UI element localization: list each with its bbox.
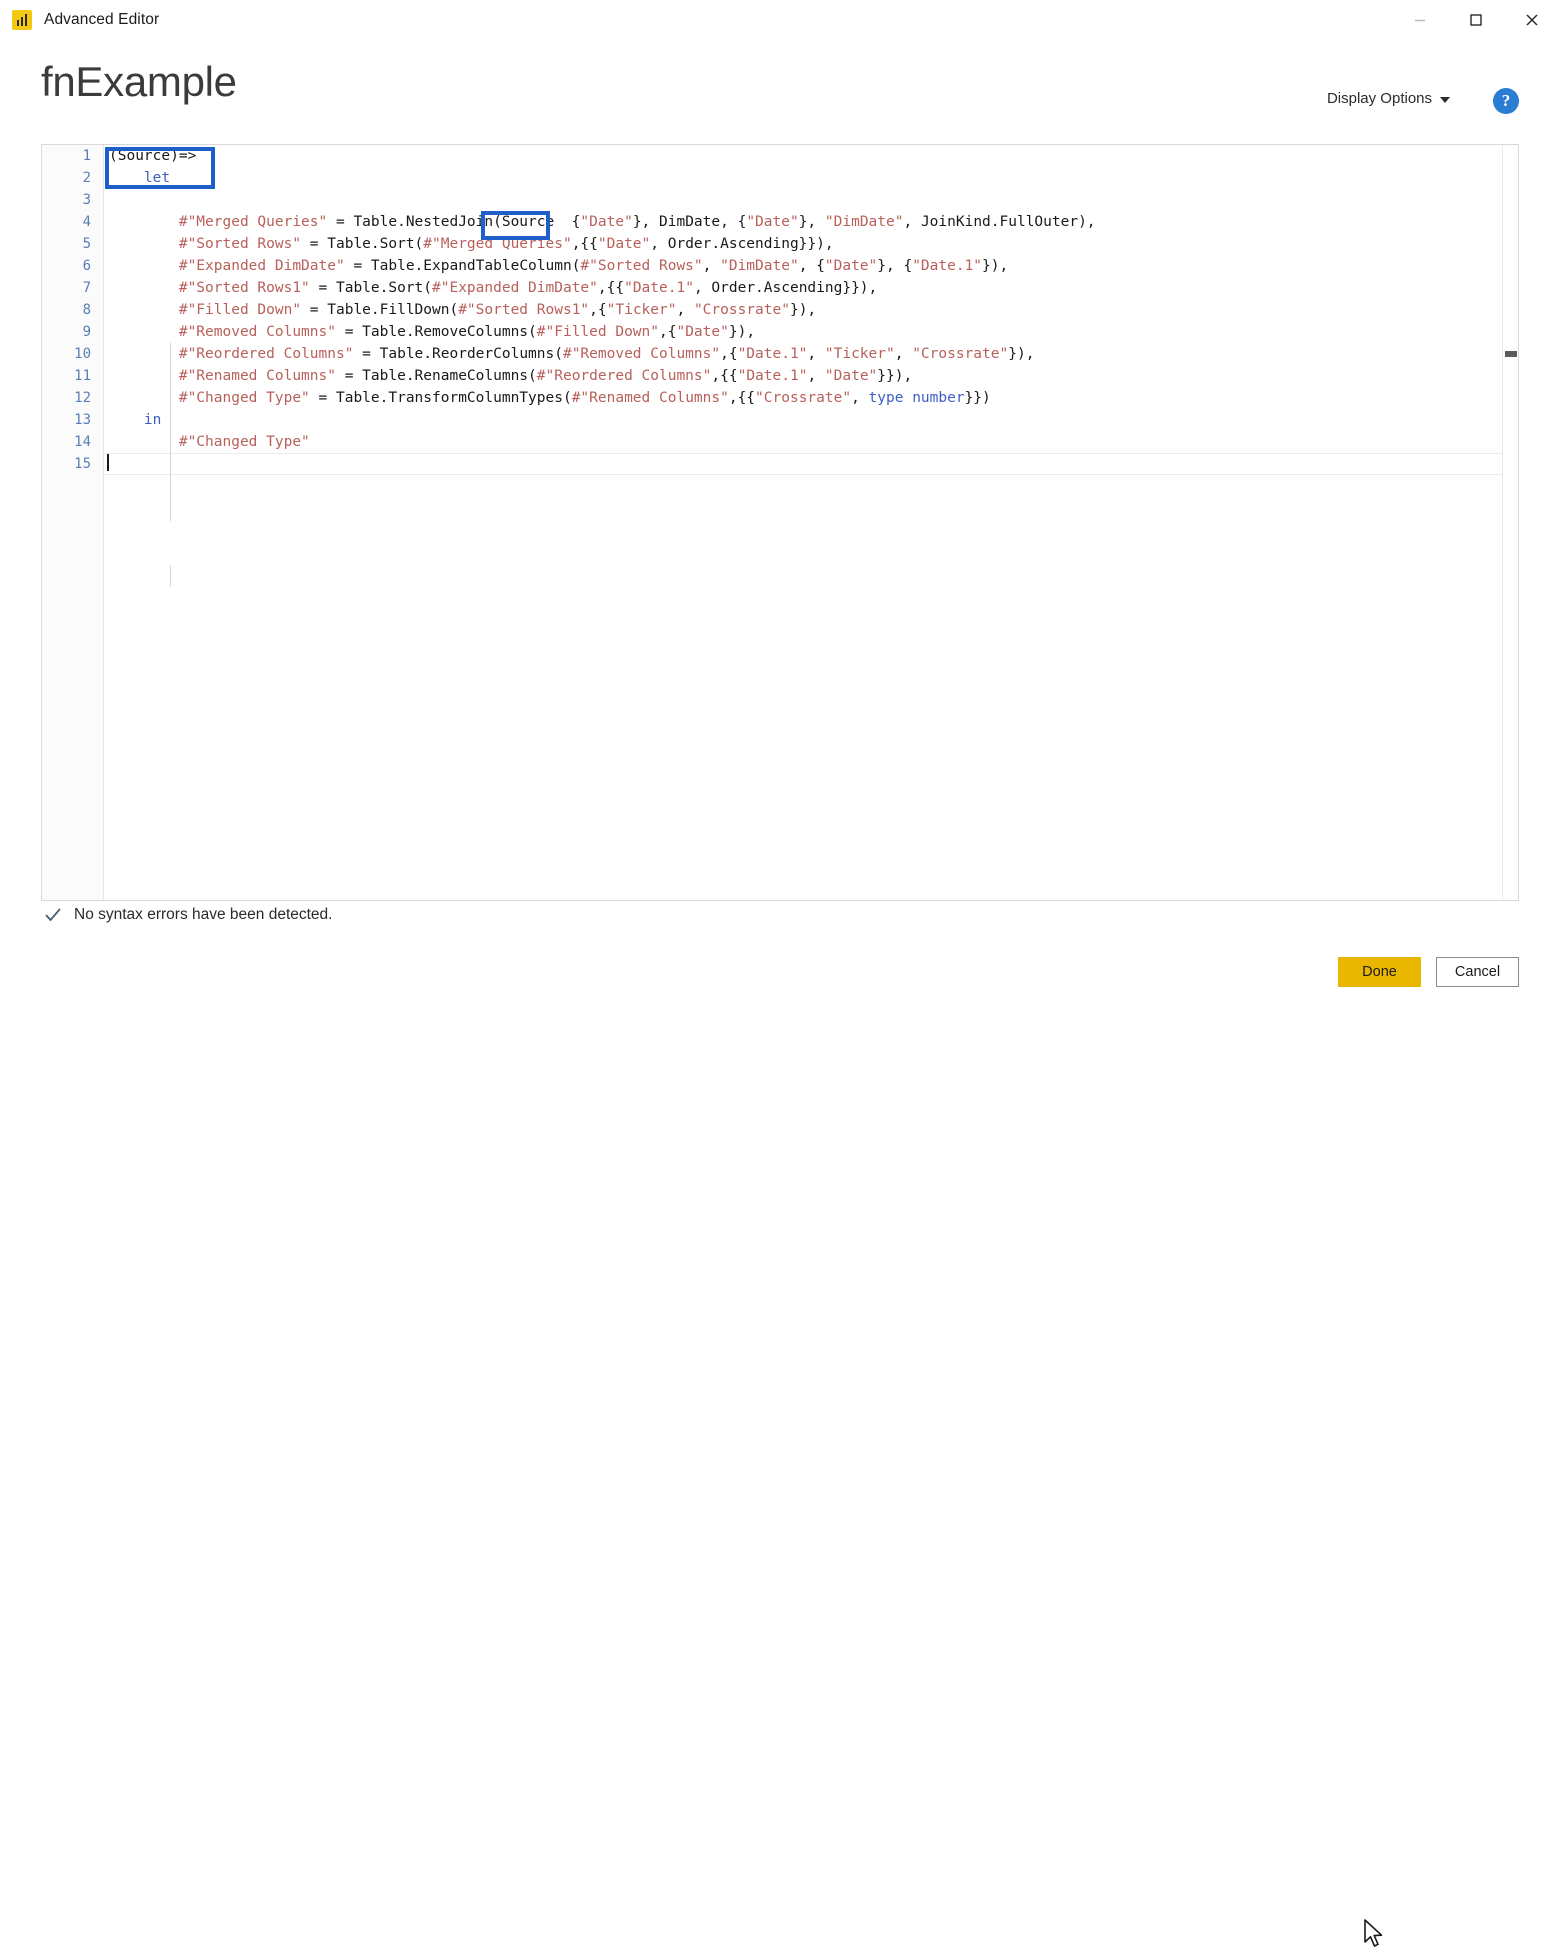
line-number: 1 <box>82 148 91 164</box>
indent-guide <box>170 343 171 521</box>
window-title-bar: Advanced Editor <box>0 0 1560 40</box>
code-line-text: in <box>109 412 162 428</box>
scrollbar-thumb[interactable] <box>1505 351 1517 357</box>
code-line[interactable]: #"Reordered Columns" = Table.ReorderColu… <box>104 343 1518 365</box>
line-number: 9 <box>82 324 91 340</box>
minimize-button[interactable] <box>1392 0 1448 40</box>
code-line-text: (Source)=> <box>109 148 197 164</box>
mouse-pointer-icon <box>1364 1919 1383 1947</box>
powerbi-icon <box>12 10 32 30</box>
code-line[interactable]: #"Expanded DimDate" = Table.ExpandTableC… <box>104 255 1518 277</box>
maximize-button[interactable] <box>1448 0 1504 40</box>
checkmark-icon <box>44 906 62 924</box>
syntax-status-message: No syntax errors have been detected. <box>74 906 333 923</box>
code-line[interactable]: #"Changed Type" = Table.TransformColumnT… <box>104 387 1518 409</box>
editor-header: fnExample Display Options ? <box>0 40 1560 140</box>
window-controls <box>1392 0 1560 40</box>
indent-guide <box>170 565 171 587</box>
line-number: 11 <box>74 368 91 384</box>
code-line[interactable]: in <box>104 409 1518 431</box>
code-line[interactable]: #"Renamed Columns" = Table.RenameColumns… <box>104 365 1518 387</box>
code-line[interactable]: #"Sorted Rows1" = Table.Sort(#"Expanded … <box>104 277 1518 299</box>
line-number: 14 <box>74 434 91 450</box>
line-number: 6 <box>82 258 91 274</box>
vertical-scrollbar[interactable] <box>1502 145 1518 900</box>
close-button[interactable] <box>1504 0 1560 40</box>
line-number: 4 <box>82 214 91 230</box>
code-line[interactable]: #"Filled Down" = Table.FillDown(#"Sorted… <box>104 299 1518 321</box>
chevron-down-icon <box>1440 97 1450 103</box>
line-number: 13 <box>74 412 91 428</box>
line-number: 3 <box>82 192 91 208</box>
line-number: 7 <box>82 280 91 296</box>
page-title: fnExample <box>41 58 237 105</box>
line-number: 10 <box>74 346 91 362</box>
code-line[interactable]: #"Sorted Rows" = Table.Sort(#"Merged Que… <box>104 233 1518 255</box>
code-line-active[interactable] <box>104 453 1518 475</box>
display-options-label: Display Options <box>1326 90 1432 107</box>
code-line[interactable]: #"Removed Columns" = Table.RemoveColumns… <box>104 321 1518 343</box>
code-line[interactable]: #"Changed Type" <box>104 431 1518 453</box>
display-options-dropdown[interactable]: Display Options <box>1327 90 1450 107</box>
code-editor[interactable]: 1 2 3 4 5 6 7 8 9 10 11 12 13 14 15 (Sou… <box>41 144 1519 901</box>
code-line-text: let <box>109 170 171 186</box>
line-number: 5 <box>82 236 91 252</box>
line-number: 15 <box>74 456 91 472</box>
line-number: 8 <box>82 302 91 318</box>
line-number-gutter: 1 2 3 4 5 6 7 8 9 10 11 12 13 14 15 <box>42 145 104 900</box>
code-line[interactable] <box>104 189 1518 211</box>
code-line[interactable]: (Source)=> <box>104 145 1518 167</box>
cancel-button[interactable]: Cancel <box>1436 957 1519 987</box>
window-title: Advanced Editor <box>44 11 160 28</box>
done-button[interactable]: Done <box>1338 957 1421 987</box>
text-caret <box>107 454 109 471</box>
dialog-footer: Done Cancel <box>0 957 1560 1947</box>
code-line[interactable]: let <box>104 167 1518 189</box>
line-number: 2 <box>82 170 91 186</box>
code-line[interactable]: #"Merged Queries" = Table.NestedJoin(Sou… <box>104 211 1518 233</box>
help-icon[interactable]: ? <box>1493 88 1519 114</box>
line-number: 12 <box>74 390 91 406</box>
code-text-area[interactable]: (Source)=> let #"Merged Queries" = Table… <box>104 145 1518 900</box>
syntax-status: No syntax errors have been detected. <box>44 906 332 924</box>
